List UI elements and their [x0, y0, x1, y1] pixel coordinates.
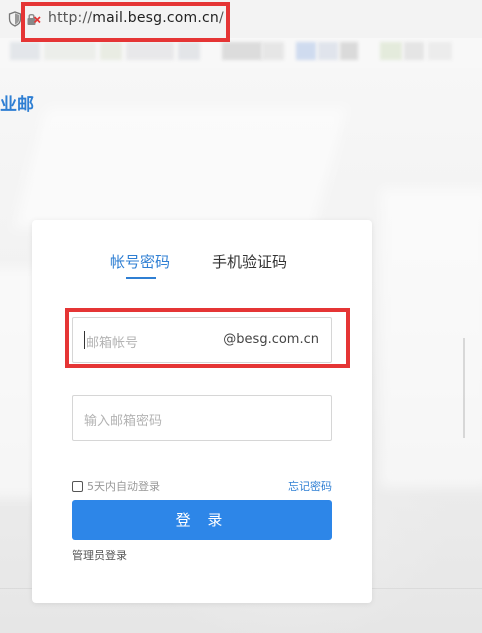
url-host: mail.besg.com.cn — [92, 10, 219, 26]
text-caret — [84, 331, 85, 349]
bookmark-item[interactable] — [404, 42, 424, 60]
bookmark-item[interactable] — [178, 42, 200, 60]
bookmark-item[interactable] — [10, 42, 40, 60]
bookmark-item[interactable] — [428, 42, 452, 60]
bookmark-item[interactable] — [100, 42, 122, 60]
bookmark-item[interactable] — [340, 42, 358, 60]
bookmark-item[interactable] — [318, 42, 338, 60]
remember-checkbox[interactable] — [72, 480, 83, 492]
account-field[interactable]: 邮箱帐号 @besg.com.cn — [72, 317, 332, 363]
tab-sms-code[interactable]: 手机验证码 — [212, 251, 287, 272]
account-placeholder: 邮箱帐号 — [86, 336, 139, 351]
bookmarks-bar — [0, 38, 482, 68]
background-laptop-shape — [380, 188, 482, 488]
url-path: / — [219, 10, 224, 26]
bookmark-item[interactable] — [126, 42, 174, 60]
background-laptop-shape — [13, 108, 347, 228]
shield-icon[interactable] — [8, 11, 22, 27]
background-edge-line — [463, 338, 465, 438]
bookmark-item[interactable] — [44, 42, 96, 60]
active-tab-indicator — [126, 277, 156, 279]
not-secure-lock-icon[interactable] — [25, 11, 41, 27]
password-field[interactable]: 输入邮箱密码 — [72, 395, 332, 441]
tab-account-password[interactable]: 帐号密码 — [110, 251, 170, 272]
url-scheme: http:// — [48, 10, 93, 26]
login-card: 帐号密码 手机验证码 邮箱帐号 @besg.com.cn 输入邮箱密码 5天内自… — [32, 220, 372, 603]
admin-login-link[interactable]: 管理员登录 — [72, 547, 127, 563]
bookmark-item[interactable] — [222, 42, 262, 60]
url-text[interactable]: http://mail.besg.com.cn/ — [48, 10, 224, 26]
brand-title: 业邮 — [0, 95, 34, 115]
remember-label: 5天内自动登录 — [87, 480, 160, 493]
bookmark-item[interactable] — [262, 42, 284, 60]
remember-login[interactable]: 5天内自动登录 — [72, 478, 160, 494]
bookmark-item[interactable] — [296, 42, 316, 60]
address-bar[interactable]: http://mail.besg.com.cn/ — [0, 0, 482, 38]
login-button[interactable]: 登 录 — [72, 500, 332, 540]
forgot-password-link[interactable]: 忘记密码 — [288, 478, 332, 494]
password-placeholder: 输入邮箱密码 — [84, 414, 163, 429]
domain-suffix: @besg.com.cn — [223, 332, 319, 347]
bookmark-item[interactable] — [380, 42, 402, 60]
